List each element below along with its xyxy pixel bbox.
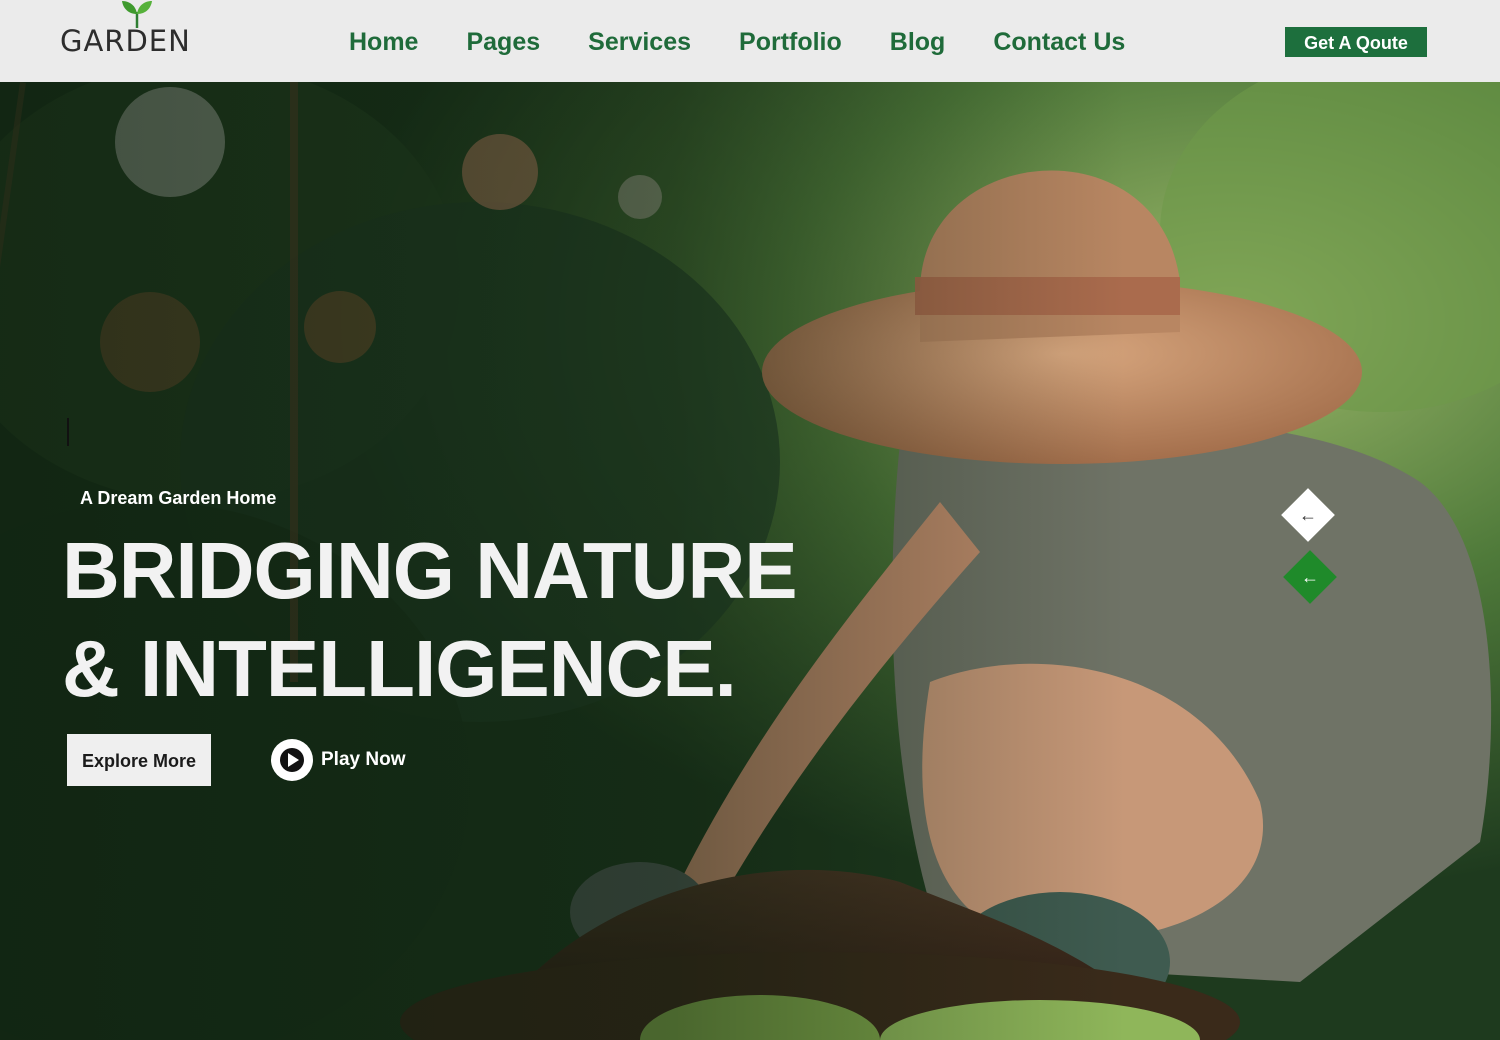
site-header: GARDEN Home Pages Services Portfolio Blo…: [0, 0, 1500, 82]
logo-text: GARDEN: [60, 24, 191, 58]
text-cursor: [67, 418, 69, 446]
hero-headline: BRIDGING NATURE & INTELLIGENCE.: [62, 522, 798, 718]
nav-services[interactable]: Services: [588, 26, 691, 58]
explore-more-button[interactable]: Explore More: [67, 734, 211, 786]
nav-contact[interactable]: Contact Us: [993, 26, 1125, 58]
get-quote-button[interactable]: Get A Qoute: [1285, 27, 1427, 57]
play-now-label: Play Now: [321, 749, 406, 770]
main-nav: Home Pages Services Portfolio Blog Conta…: [349, 26, 1125, 58]
nav-pages[interactable]: Pages: [466, 26, 540, 58]
play-icon: [271, 739, 313, 781]
nav-blog[interactable]: Blog: [890, 26, 946, 58]
nav-home[interactable]: Home: [349, 26, 418, 58]
arrow-left-icon: ←: [1301, 566, 1319, 587]
logo[interactable]: GARDEN: [60, 0, 210, 82]
play-now-button[interactable]: Play Now: [271, 738, 405, 782]
arrow-left-icon: ←: [1299, 504, 1317, 525]
hero-eyebrow: A Dream Garden Home: [80, 488, 277, 508]
headline-line-2: & INTELLIGENCE.: [62, 624, 737, 713]
slider-next-button[interactable]: ←: [1283, 550, 1337, 604]
nav-portfolio[interactable]: Portfolio: [739, 26, 842, 58]
headline-line-1: BRIDGING NATURE: [62, 526, 798, 615]
slider-prev-button[interactable]: ←: [1281, 488, 1335, 542]
